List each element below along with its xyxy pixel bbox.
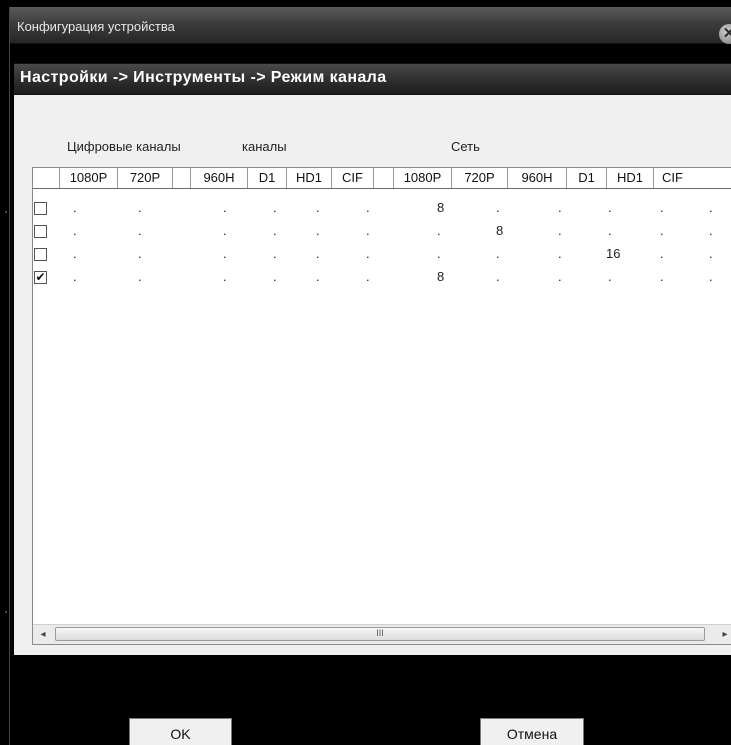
cancel-button[interactable]: Отмена [480,718,584,745]
table-cell: . [437,246,441,261]
title-bar[interactable]: Конфигурация устройства ✕ [10,7,731,44]
ok-button[interactable]: OK [129,718,232,745]
group-label-network: Сеть [451,139,480,154]
table-cell: . [496,246,500,261]
table-row[interactable]: ......... 16.. [33,244,731,266]
group-label-digital: Цифровые каналы [67,139,181,154]
header-network-720p[interactable]: 720P [452,168,508,188]
header-network-hd1[interactable]: HD1 [607,168,654,188]
table-cell: . [366,200,370,215]
table-cell: . [273,246,277,261]
row-checkbox[interactable] [34,202,47,215]
row-checkbox[interactable] [34,248,47,261]
edge-mark-bottom [5,611,7,613]
table-header: 1080P 720P 960H D1 HD1 CIF 1080P 720P 96… [33,168,731,189]
table-cell: . [709,200,713,215]
header-analog-d1[interactable]: D1 [248,168,287,188]
table-cell: . [660,269,664,284]
table-cell: . [608,223,612,238]
table-cell: . [496,200,500,215]
header-network-1080p[interactable]: 1080P [394,168,452,188]
breadcrumb: Настройки -> Инструменты -> Режим канала [20,69,387,86]
table-cell: . [709,246,713,261]
header-network-960h[interactable]: 960H [508,168,567,188]
table-cell: . [138,246,142,261]
table-cell: 8 [496,223,504,238]
scroll-right-icon[interactable]: ▸ [717,627,731,642]
table-row[interactable]: ....... 8.... [33,221,731,243]
table-cell: 8 [437,269,445,284]
table-cell: . [608,269,612,284]
row-checkbox[interactable]: ✔ [34,271,47,284]
header-analog-hd1[interactable]: HD1 [287,168,332,188]
table-cell: . [660,246,664,261]
close-icon[interactable]: ✕ [719,24,731,44]
table-cell: . [138,223,142,238]
table-cell: . [223,223,227,238]
table-row[interactable]: ✔...... 8..... [33,267,731,289]
table-cell: . [223,200,227,215]
table-cell: . [709,269,713,284]
breadcrumb-bar: Настройки -> Инструменты -> Режим канала [14,63,731,95]
scroll-left-icon[interactable]: ◂ [35,627,51,642]
header-network-d1[interactable]: D1 [567,168,607,188]
channel-mode-table: 1080P 720P 960H D1 HD1 CIF 1080P 720P 96… [32,167,731,645]
device-config-window: Конфигурация устройства ✕ Настройки -> И… [9,7,731,745]
table-cell: . [138,200,142,215]
table-cell: . [73,200,77,215]
table-cell: . [73,223,77,238]
edge-mark-top [5,211,7,213]
table-cell: . [223,246,227,261]
scrollbar-thumb[interactable]: III [55,627,705,641]
row-checkbox[interactable] [34,225,47,238]
table-cell: . [138,269,142,284]
header-analog-cif[interactable]: CIF [332,168,374,188]
table-cell: . [316,223,320,238]
table-cell: . [558,200,562,215]
horizontal-scrollbar[interactable]: ◂ III ▸ [33,624,731,644]
table-cell: . [316,200,320,215]
group-label-analog: каналы [242,139,287,154]
table-cell: . [316,246,320,261]
table-cell: . [709,223,713,238]
content-panel: Цифровые каналы каналы Сеть 1080P 720P 9… [14,95,731,655]
table-cell: . [366,246,370,261]
table-cell: . [316,269,320,284]
header-network-cif[interactable]: CIF [654,168,731,188]
table-cell: . [558,223,562,238]
header-analog-960h[interactable]: 960H [191,168,248,188]
table-cell: . [660,200,664,215]
table-cell: . [366,269,370,284]
header-select [33,168,60,188]
table-cell: . [608,200,612,215]
table-cell: 16 [606,246,621,261]
table-cell: . [273,200,277,215]
table-cell: . [660,223,664,238]
table-cell: . [73,269,77,284]
table-cell: . [366,223,370,238]
table-cell: . [273,269,277,284]
table-cell: . [558,246,562,261]
table-row[interactable]: ...... 8..... [33,198,731,220]
table-cell: . [223,269,227,284]
table-cell: . [437,223,441,238]
header-digital-1080p[interactable]: 1080P [60,168,118,188]
table-cell: . [558,269,562,284]
header-spacer [173,168,191,188]
table-cell: . [73,246,77,261]
table-cell: . [273,223,277,238]
window-title: Конфигурация устройства [17,19,175,34]
header-digital-720p[interactable]: 720P [118,168,173,188]
table-cell: . [496,269,500,284]
header-spacer [374,168,394,188]
table-cell: 8 [437,200,445,215]
